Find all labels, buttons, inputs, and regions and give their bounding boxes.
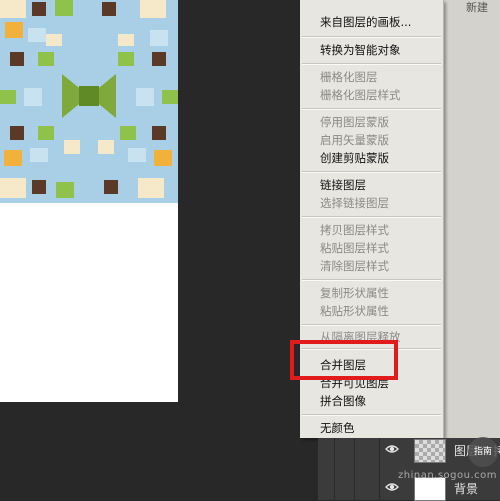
kaleidoscope-pattern-image bbox=[0, 0, 178, 203]
menu-item-paste-shape-attributes[interactable]: 粘贴形状属性 bbox=[320, 303, 389, 319]
menu-separator bbox=[302, 171, 441, 173]
document-canvas[interactable] bbox=[0, 0, 178, 402]
menu-item-convert-to-smart-object[interactable]: 转换为智能对象 bbox=[320, 42, 401, 58]
menu-item-link-layers[interactable]: 链接图层 bbox=[320, 177, 366, 193]
menu-item-rasterize-layer[interactable]: 栅格化图层 bbox=[320, 69, 378, 85]
watermark-text: zhinan.sogou.com bbox=[398, 470, 498, 481]
menu-item-flatten-image[interactable]: 拼合图像 bbox=[320, 393, 366, 409]
menu-separator bbox=[302, 324, 441, 326]
new-label: 新建 bbox=[466, 1, 488, 14]
watermark-logo: 指南 bbox=[468, 437, 498, 467]
layer-name[interactable]: 背景 bbox=[454, 480, 478, 497]
menu-separator bbox=[302, 63, 441, 65]
menu-item-rasterize-layer-style[interactable]: 栅格化图层样式 bbox=[320, 87, 401, 103]
layer-thumbnail bbox=[414, 439, 446, 463]
menu-item-no-color[interactable]: 无颜色 bbox=[320, 420, 355, 436]
menu-item-artboard-from-layers[interactable]: 来自图层的画板... bbox=[320, 14, 411, 30]
highlight-annotation-box bbox=[290, 340, 398, 380]
menu-item-paste-layer-style[interactable]: 粘贴图层样式 bbox=[320, 240, 389, 256]
menu-item-select-linked-layers[interactable]: 选择链接图层 bbox=[320, 195, 389, 211]
menu-item-clear-layer-style[interactable]: 清除图层样式 bbox=[320, 258, 389, 274]
canvas-workspace bbox=[0, 0, 300, 500]
eye-icon[interactable] bbox=[385, 443, 399, 455]
eye-icon[interactable] bbox=[385, 481, 399, 493]
column-divider bbox=[334, 438, 335, 500]
menu-item-disable-layer-mask[interactable]: 停用图层蒙版 bbox=[320, 114, 389, 130]
menu-item-enable-vector-mask[interactable]: 启用矢量蒙版 bbox=[320, 132, 389, 148]
menu-separator bbox=[302, 216, 441, 218]
menu-item-copy-layer-style[interactable]: 拷贝图层样式 bbox=[320, 222, 389, 238]
column-divider bbox=[354, 438, 355, 500]
menu-separator bbox=[302, 36, 441, 38]
menu-separator bbox=[302, 414, 441, 416]
menu-separator bbox=[302, 108, 441, 110]
right-side-panel: 新建 bbox=[443, 0, 500, 438]
menu-item-copy-shape-attributes[interactable]: 复制形状属性 bbox=[320, 285, 389, 301]
menu-item-create-clipping-mask[interactable]: 创建剪贴蒙版 bbox=[320, 150, 389, 166]
menu-separator bbox=[302, 279, 441, 281]
